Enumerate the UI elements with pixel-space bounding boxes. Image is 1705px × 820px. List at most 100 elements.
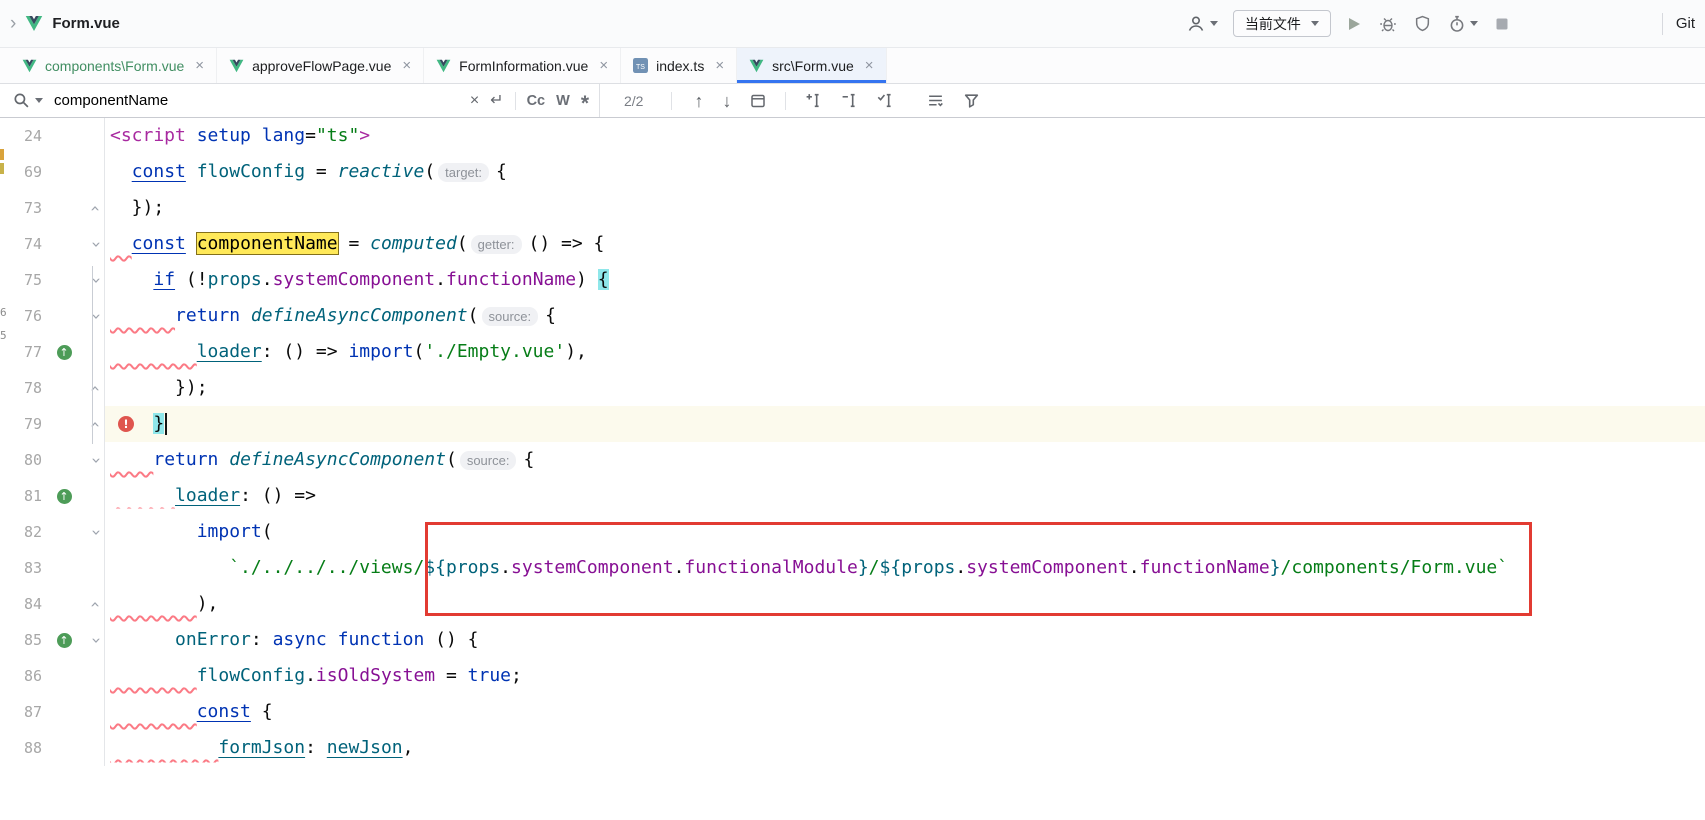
line-number[interactable]: 88	[0, 730, 48, 766]
code-token: (	[424, 161, 435, 182]
search-icon[interactable]	[13, 92, 30, 109]
code-text[interactable]: import(	[105, 514, 1705, 550]
close-icon[interactable]: ×	[402, 57, 411, 74]
user-menu-button[interactable]	[1184, 12, 1220, 36]
code-text[interactable]: });	[105, 370, 1705, 406]
fold-marker-icon[interactable]: ›	[87, 637, 104, 644]
code-text[interactable]: formJson: newJson,	[105, 730, 1705, 766]
debug-button[interactable]	[1377, 13, 1399, 35]
search-history-chevron-icon[interactable]	[35, 98, 43, 103]
line-number[interactable]: 86	[0, 658, 48, 694]
breadcrumb-chevron-icon[interactable]: ›	[10, 14, 16, 33]
text-caret	[165, 413, 167, 435]
line-number[interactable]: 87	[0, 694, 48, 730]
line-number[interactable]: 82	[0, 514, 48, 550]
fold-marker-icon[interactable]: ›	[87, 529, 104, 536]
code-text[interactable]: flowConfig.isOldSystem = true;	[105, 658, 1705, 694]
code-text[interactable]: ! }	[105, 406, 1705, 442]
gutter: 84 ›	[0, 586, 105, 622]
fold-marker-icon[interactable]: ›	[87, 421, 104, 428]
close-icon[interactable]: ×	[715, 57, 724, 74]
search-options-button[interactable]	[927, 92, 944, 109]
previous-occurrence-button[interactable]: ↑	[694, 92, 703, 110]
line-number[interactable]: 69	[0, 154, 48, 190]
code-text[interactable]: if (!props.systemComponent.functionName)…	[105, 262, 1705, 298]
code-text[interactable]: loader: () => import('./Empty.vue'),	[105, 334, 1705, 370]
words-toggle[interactable]: W	[556, 93, 570, 109]
gutter-green-arrow-icon[interactable]: ↑	[57, 633, 72, 648]
fold-marker-icon[interactable]: ›	[87, 313, 104, 320]
tab-src-form-vue-active[interactable]: src\Form.vue ×	[737, 48, 886, 83]
code-token: true	[468, 665, 511, 686]
select-all-occurrences-button[interactable]	[877, 92, 894, 109]
line-number[interactable]: 77	[0, 334, 48, 370]
code-token	[110, 737, 218, 758]
remove-selection-button[interactable]	[841, 92, 858, 109]
fold-marker-icon[interactable]: ›	[87, 457, 104, 464]
tab-index-ts[interactable]: TS index.ts ×	[621, 48, 737, 83]
code-text[interactable]: `./../../../views/${props.systemComponen…	[105, 550, 1705, 586]
line-number[interactable]: 74	[0, 226, 48, 262]
gutter-green-arrow-icon[interactable]: ↑	[57, 489, 72, 504]
open-in-find-window-button[interactable]	[750, 93, 766, 109]
stop-button[interactable]	[1493, 15, 1511, 33]
line-number[interactable]: 75	[0, 262, 48, 298]
filter-icon[interactable]	[963, 92, 980, 109]
code-text[interactable]: });	[105, 190, 1705, 226]
profiler-button[interactable]	[1446, 13, 1480, 35]
code-text[interactable]: const componentName = computed(getter:()…	[105, 226, 1705, 262]
tab-components-form-vue[interactable]: components\Form.vue ×	[10, 48, 217, 83]
line-number[interactable]: 81	[0, 478, 48, 514]
run-button[interactable]	[1344, 14, 1364, 34]
editor[interactable]: 24 <script setup lang="ts"> 69 const flowC…	[0, 118, 1705, 820]
code-text[interactable]: <script setup lang="ts">	[105, 118, 1705, 154]
code-text[interactable]: ),	[105, 586, 1705, 622]
line-number[interactable]: 80	[0, 442, 48, 478]
code-text[interactable]: const {	[105, 694, 1705, 730]
line-number[interactable]: 76	[0, 298, 48, 334]
code-text[interactable]: loader: () =>	[105, 478, 1705, 514]
fold-marker-icon[interactable]: ›	[87, 205, 104, 212]
search-input[interactable]: componentName × ↵ Cc W *	[0, 84, 600, 117]
fold-marker-icon[interactable]: ›	[87, 277, 104, 284]
line-number[interactable]: 83	[0, 550, 48, 586]
newline-icon[interactable]: ↵	[490, 93, 503, 109]
line-number[interactable]: 85	[0, 622, 48, 658]
run-config-selector[interactable]: 当前文件	[1233, 10, 1331, 37]
code-token	[110, 485, 175, 506]
line-number[interactable]: 84	[0, 586, 48, 622]
tab-forminformation-vue[interactable]: FormInformation.vue ×	[424, 48, 621, 83]
gutter: 80 ›	[0, 442, 105, 478]
coverage-button[interactable]	[1412, 13, 1433, 34]
search-query-text[interactable]: componentName	[54, 92, 459, 109]
match-case-toggle[interactable]: Cc	[527, 93, 546, 109]
clear-search-icon[interactable]: ×	[470, 93, 479, 109]
next-occurrence-button[interactable]: ↓	[722, 92, 731, 110]
code-line-83: 83 `./../../../views/${props.systemCompo…	[0, 550, 1705, 586]
line-number[interactable]: 24	[0, 118, 48, 154]
close-icon[interactable]: ×	[865, 57, 874, 74]
code-line-88: 88 formJson: newJson,	[0, 730, 1705, 766]
line-number[interactable]: 73	[0, 190, 48, 226]
line-number[interactable]: 79	[0, 406, 48, 442]
code-text[interactable]: return defineAsyncComponent(source:{	[105, 298, 1705, 334]
close-icon[interactable]: ×	[195, 57, 204, 74]
code-text[interactable]: const flowConfig = reactive(target:{	[105, 154, 1705, 190]
code-token: functionalModule	[684, 557, 857, 578]
gutter-green-arrow-icon[interactable]: ↑	[57, 345, 72, 360]
fold-marker-icon[interactable]: ›	[87, 601, 104, 608]
regex-toggle[interactable]: *	[581, 99, 589, 109]
code-text[interactable]: onError: async function () {	[105, 622, 1705, 658]
close-icon[interactable]: ×	[599, 57, 608, 74]
line-number[interactable]: 78	[0, 370, 48, 406]
add-selection-button[interactable]	[805, 92, 822, 109]
gutter: 76 ›	[0, 298, 105, 334]
svg-text:TS: TS	[636, 64, 645, 71]
fold-marker-icon[interactable]: ›	[87, 241, 104, 248]
tab-approveflowpage-vue[interactable]: approveFlowPage.vue ×	[217, 48, 424, 83]
fold-marker-icon[interactable]: ›	[87, 385, 104, 392]
git-menu[interactable]: Git	[1676, 15, 1695, 32]
code-token: flowConfig	[197, 665, 305, 686]
code-text[interactable]: return defineAsyncComponent(source:{	[105, 442, 1705, 478]
error-icon[interactable]: !	[118, 416, 134, 432]
